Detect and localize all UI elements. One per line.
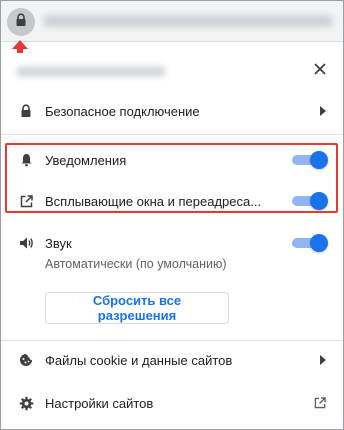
connection-row[interactable]: Безопасное подключение [1, 93, 342, 129]
cookies-row[interactable]: Файлы cookie и данные сайтов [1, 342, 342, 378]
reset-permissions-button[interactable]: Сбросить все разрешения [45, 292, 229, 324]
speaker-icon [18, 235, 34, 251]
up-arrow-icon [11, 40, 29, 65]
lock-icon [18, 103, 34, 119]
chevron-right-icon [320, 106, 326, 116]
chevron-right-icon [320, 355, 326, 365]
site-info-button[interactable] [7, 8, 35, 36]
close-button[interactable] [309, 60, 331, 82]
sound-label: Звук [45, 235, 72, 251]
close-icon [314, 62, 326, 80]
sound-row: Звук [1, 225, 342, 261]
connection-label: Безопасное подключение [45, 103, 200, 119]
sound-sublabel: Автоматически (по умолчанию) [45, 257, 227, 271]
address-bar [1, 1, 343, 42]
url-field-blurred[interactable] [43, 15, 333, 27]
open-in-new-icon [314, 397, 326, 409]
cookie-icon [18, 352, 34, 368]
highlight-box [5, 143, 338, 213]
site-settings-label: Настройки сайтов [45, 395, 154, 411]
divider [1, 340, 342, 341]
cookies-label: Файлы cookie и данные сайтов [45, 352, 233, 368]
gear-icon [18, 395, 34, 411]
sound-toggle[interactable] [292, 234, 328, 252]
divider [1, 134, 342, 135]
site-name-blurred [16, 66, 166, 77]
site-settings-row[interactable]: Настройки сайтов [1, 385, 342, 421]
lock-icon [15, 12, 27, 32]
